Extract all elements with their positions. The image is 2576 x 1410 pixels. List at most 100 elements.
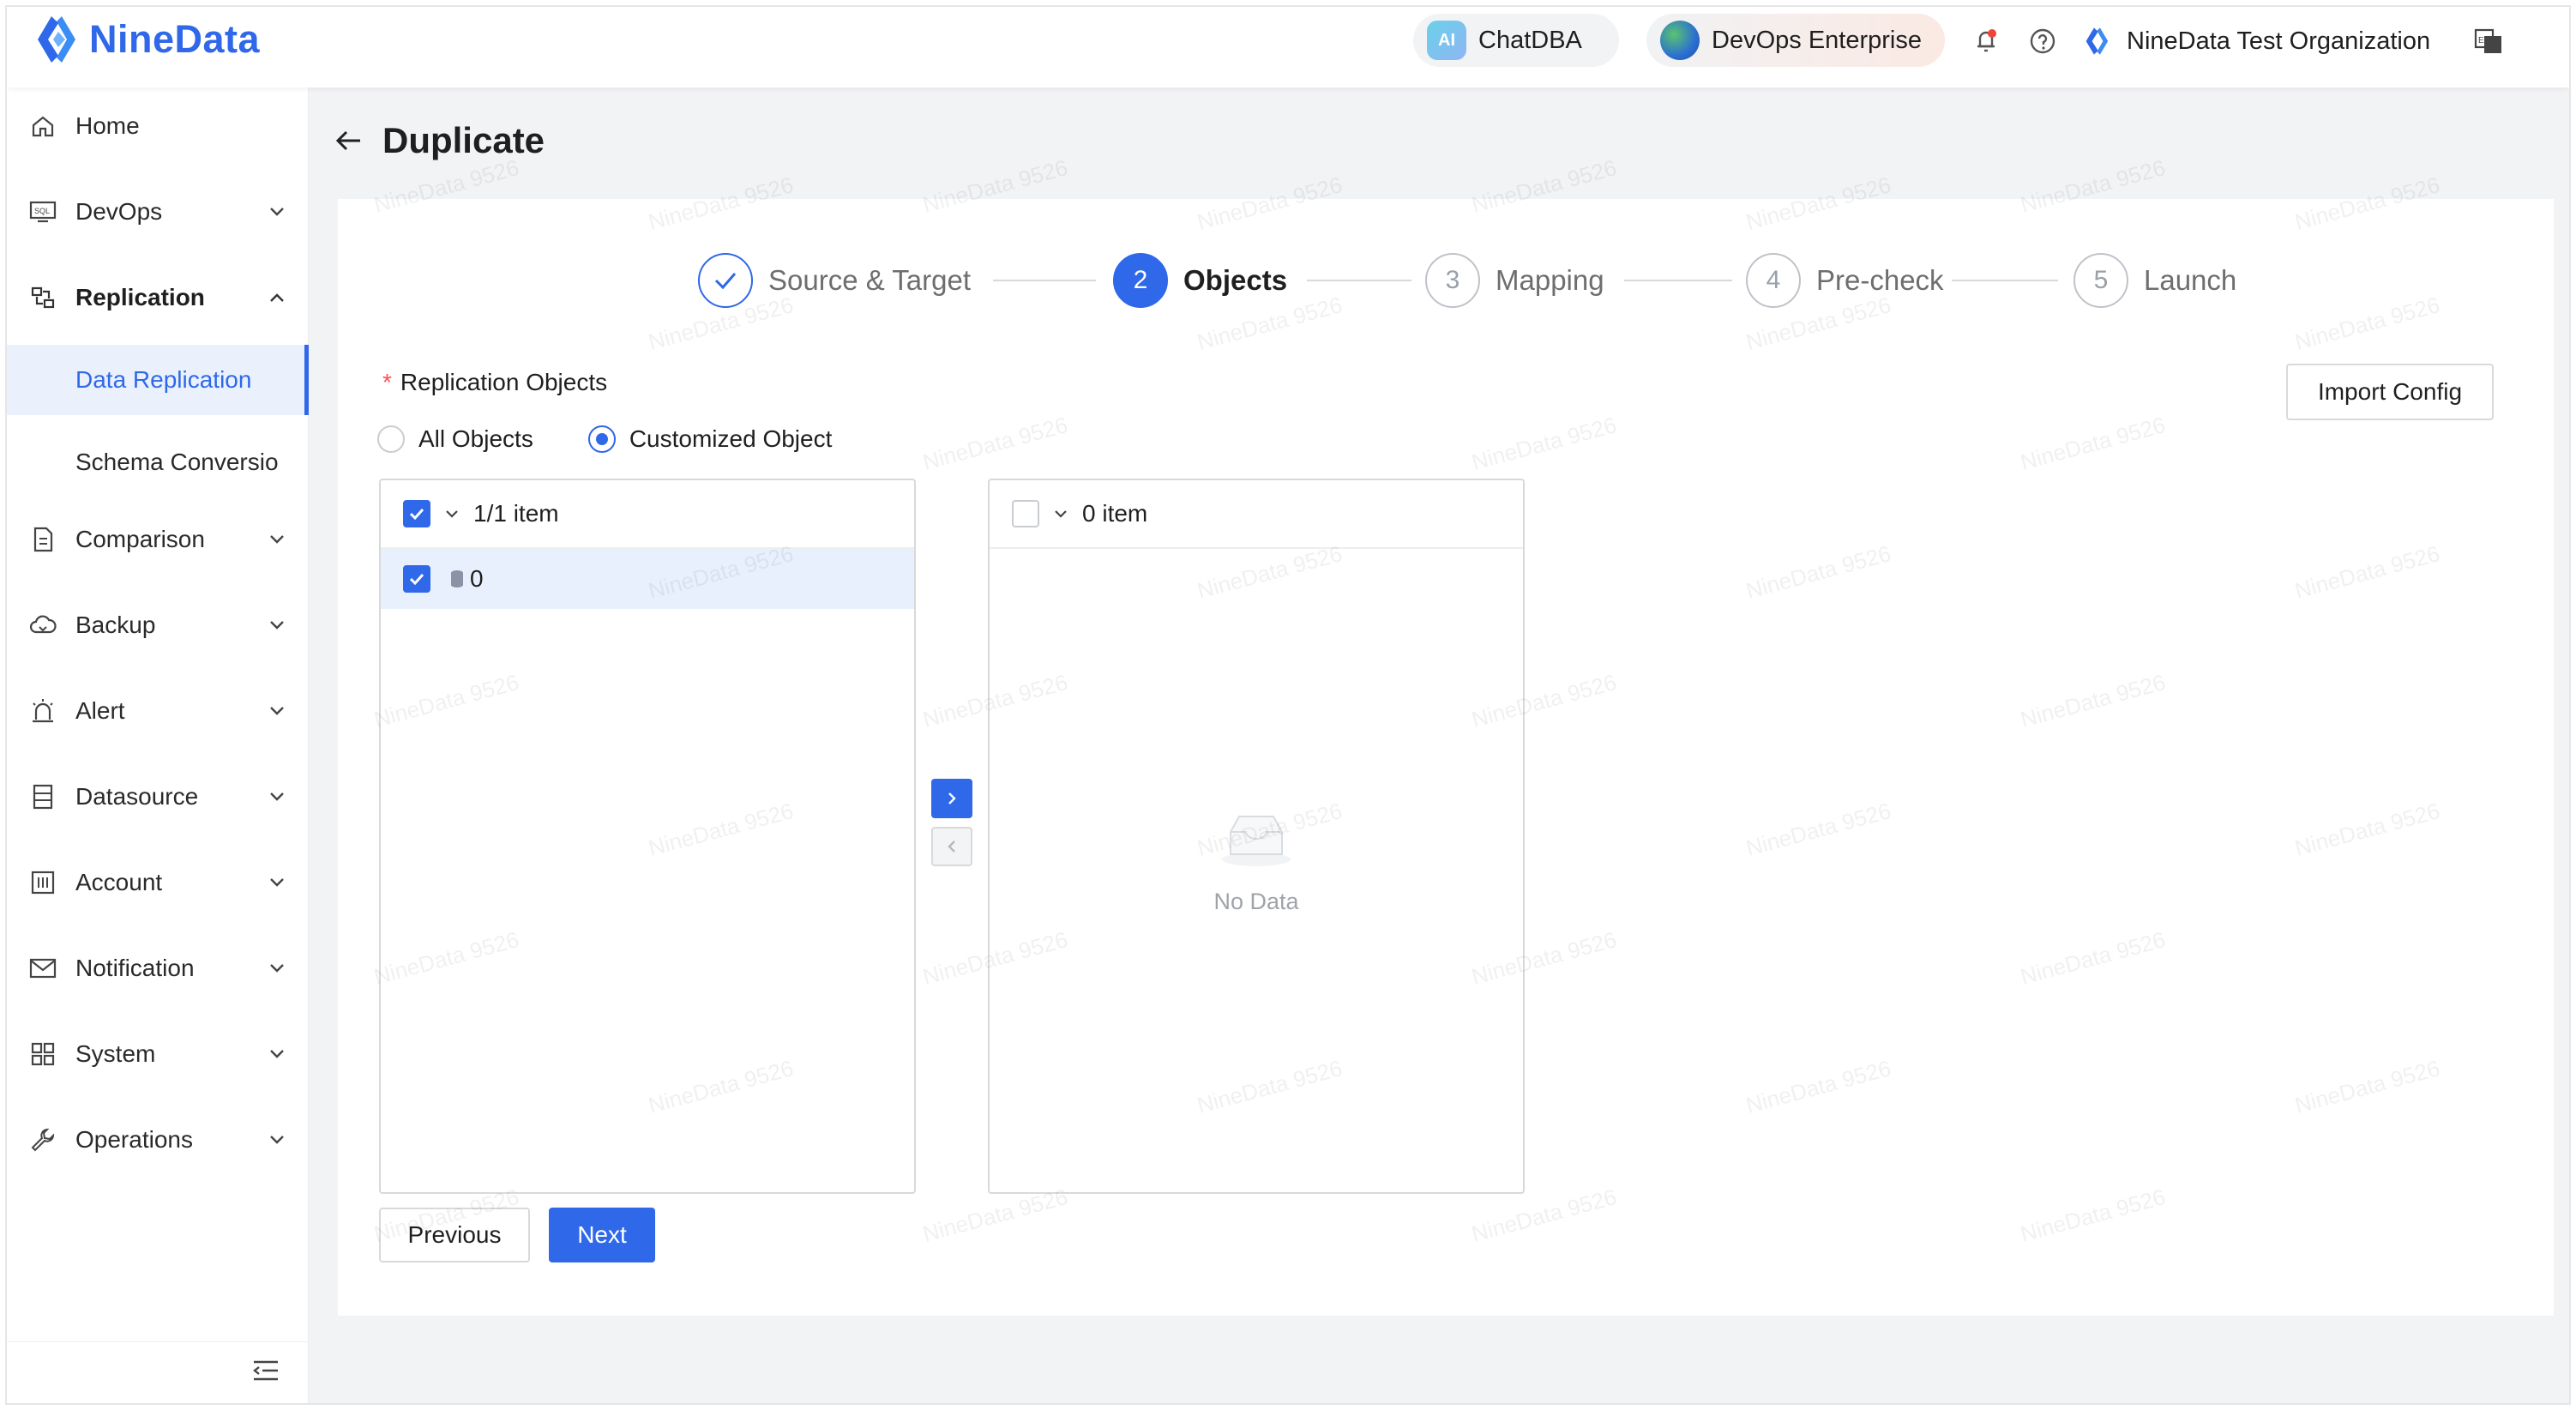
sidebar-item-replication[interactable]: Replication: [7, 261, 309, 334]
chevron-left-icon: [948, 841, 955, 853]
sql-icon: SQL: [27, 196, 58, 227]
list-header: 0 item: [990, 480, 1523, 549]
svg-text:En: En: [2478, 36, 2489, 45]
step-pre-check[interactable]: 4 Pre-check: [1746, 252, 1944, 309]
help-icon[interactable]: [2027, 26, 2058, 57]
step-source-target[interactable]: Source & Target: [698, 252, 971, 309]
wrench-icon: [27, 1124, 58, 1155]
sidebar-item-label: Alert: [75, 697, 125, 724]
step-number: 4: [1746, 253, 1801, 308]
watermark: NineData 9526: [919, 412, 1071, 475]
watermark: NineData 9526: [2017, 669, 2169, 732]
back-arrow-icon[interactable]: [333, 124, 365, 157]
previous-button[interactable]: Previous: [379, 1208, 530, 1262]
step-number: 2: [1113, 253, 1168, 308]
move-to-left-button[interactable]: [931, 827, 972, 866]
replication-icon: [27, 282, 58, 313]
field-label-text: Replication Objects: [400, 369, 608, 395]
sidebar-item-alert[interactable]: Alert: [7, 674, 309, 748]
page-header: Duplicate: [333, 115, 545, 166]
organization-icon: [2082, 26, 2113, 57]
item-checkbox[interactable]: [403, 565, 430, 593]
sidebar-item-comparison[interactable]: Comparison: [7, 503, 309, 576]
chevron-down-icon[interactable]: [1051, 504, 1070, 523]
step-mapping[interactable]: 3 Mapping: [1425, 252, 1604, 309]
sidebar-item-system[interactable]: System: [7, 1017, 309, 1091]
chatdba-button[interactable]: AI ChatDBA: [1413, 14, 1619, 67]
language-switch-icon[interactable]: En: [2473, 26, 2504, 57]
top-bar: NineData AI ChatDBA DevOps Enterprise Ni…: [7, 7, 2569, 87]
watermark: NineData 9526: [1742, 798, 1894, 861]
sidebar-item-datasource[interactable]: Datasource: [7, 760, 309, 834]
chevron-down-icon: [270, 964, 284, 973]
empty-box-icon: [1222, 816, 1291, 866]
watermark: NineData 9526: [2017, 926, 2169, 990]
sidebar-item-label: Datasource: [75, 783, 199, 810]
chevron-down-icon: [270, 208, 284, 216]
sidebar-item-label: Notification: [75, 955, 195, 981]
step-connector: [1307, 280, 1411, 281]
account-icon: [27, 867, 58, 898]
notification-bell-icon[interactable]: [1971, 26, 2001, 57]
sidebar-item-label: Comparison: [75, 526, 205, 552]
sidebar-item-label: Backup: [75, 612, 156, 638]
app-window: NineData AI ChatDBA DevOps Enterprise Ni…: [5, 5, 2571, 1405]
watermark: NineData 9526: [1468, 412, 1620, 475]
list-item[interactable]: 0: [381, 549, 914, 609]
sidebar-item-notification[interactable]: Notification: [7, 931, 309, 1005]
sidebar-item-devops[interactable]: SQL DevOps: [7, 175, 309, 249]
edition-button[interactable]: DevOps Enterprise: [1646, 14, 1945, 67]
chevron-right-icon: [948, 792, 956, 804]
sidebar-item-label: System: [75, 1040, 156, 1067]
watermark: NineData 9526: [2291, 172, 2443, 235]
watermark: NineData 9526: [2291, 292, 2443, 355]
select-all-checkbox[interactable]: [403, 500, 430, 527]
sidebar-item-operations[interactable]: Operations: [7, 1103, 309, 1177]
radio-customized-object[interactable]: Customized Object: [587, 425, 832, 453]
step-connector: [993, 280, 1096, 281]
select-all-checkbox[interactable]: [1012, 500, 1039, 527]
move-to-right-button[interactable]: [931, 779, 972, 818]
sidebar-item-backup[interactable]: Backup: [7, 588, 309, 662]
organization-name[interactable]: NineData Test Organization: [2127, 27, 2430, 56]
watermark: NineData 9526: [1194, 172, 1345, 235]
chevron-down-icon[interactable]: [442, 504, 461, 523]
watermark: NineData 9526: [2017, 1184, 2169, 1247]
empty-text: No Data: [1213, 889, 1299, 914]
source-object-list: 1/1 item 0: [379, 479, 916, 1194]
item-count: 0 item: [1082, 500, 1148, 527]
list-header: 1/1 item: [381, 480, 914, 549]
list-item-label: 0: [470, 565, 484, 592]
step-label: Mapping: [1496, 264, 1604, 296]
watermark: NineData 9526: [2291, 798, 2443, 861]
sidebar-item-data-replication[interactable]: Data Replication: [7, 345, 309, 415]
radio-label: All Objects: [418, 425, 533, 452]
sidebar-item-account[interactable]: Account: [7, 846, 309, 919]
ninedata-logo-icon: [38, 16, 75, 63]
sidebar-item-label: Home: [75, 112, 140, 139]
step-label: Source & Target: [768, 264, 972, 296]
required-mark: *: [382, 369, 392, 395]
step-objects[interactable]: 2 Objects: [1113, 252, 1287, 309]
sidebar-item-home[interactable]: Home: [7, 89, 309, 163]
chevron-down-icon: [270, 1050, 284, 1058]
edition-label: DevOps Enterprise: [1712, 26, 1922, 54]
next-button[interactable]: Next: [549, 1208, 655, 1262]
watermark: NineData 9526: [2291, 1055, 2443, 1118]
radio-all-objects[interactable]: All Objects: [377, 425, 533, 453]
radio-dot: [377, 425, 405, 453]
watermark: NineData 9526: [2291, 540, 2443, 604]
step-number: 5: [2073, 253, 2128, 308]
collapse-sidebar-icon[interactable]: [249, 1353, 283, 1388]
sidebar: Home SQL DevOps Replication Data Replica…: [7, 87, 309, 1403]
watermark: NineData 9526: [645, 172, 797, 235]
step-launch[interactable]: 5 Launch: [2073, 252, 2236, 309]
watermark: NineData 9526: [919, 154, 1071, 218]
sidebar-item-schema-conversion[interactable]: Schema Conversio: [7, 427, 309, 497]
sidebar-item-label: Schema Conversio: [75, 449, 279, 475]
mail-icon: [27, 953, 58, 984]
watermark: NineData 9526: [1468, 154, 1620, 218]
brand-logo[interactable]: NineData: [33, 12, 260, 67]
import-config-button[interactable]: Import Config: [2286, 364, 2494, 420]
svg-text:SQL: SQL: [34, 207, 50, 215]
